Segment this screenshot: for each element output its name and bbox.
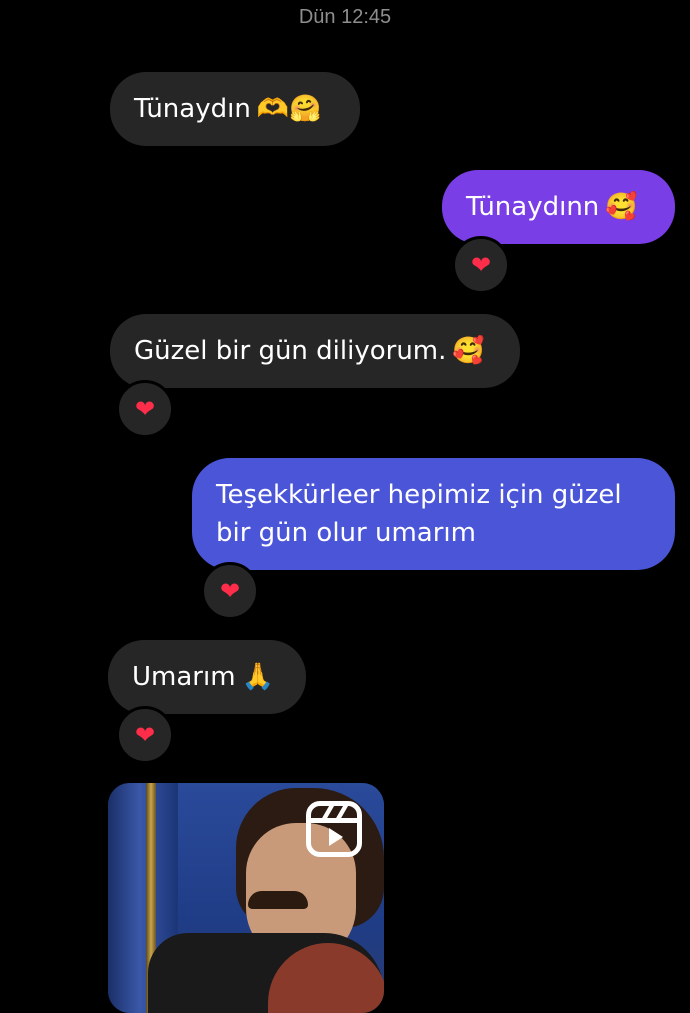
emoji: 🙏 bbox=[241, 662, 274, 692]
heart-reaction-icon[interactable]: ❤ bbox=[452, 236, 510, 294]
message-text: Tünaydın bbox=[134, 94, 251, 124]
emoji: 🫶🤗 bbox=[256, 94, 322, 124]
emoji: 🥰 bbox=[605, 192, 638, 222]
timestamp: Dün 12:45 bbox=[298, 6, 392, 28]
message-text: Umarım bbox=[132, 662, 236, 692]
heart-reaction-icon[interactable]: ❤ bbox=[116, 706, 174, 764]
message-text: Tünaydınn bbox=[466, 192, 600, 222]
heart-reaction-icon[interactable]: ❤ bbox=[116, 380, 174, 438]
message-bubble-incoming[interactable]: Güzel bir gün diliyorum. 🥰 bbox=[110, 314, 520, 388]
message-bubble-outgoing[interactable]: Teşekkürleer hepimiz için güzel bir gün … bbox=[192, 458, 675, 570]
message-bubble-incoming[interactable]: Umarım 🙏 bbox=[108, 640, 306, 714]
emoji: 🥰 bbox=[452, 336, 485, 366]
heart-reaction-icon[interactable]: ❤ bbox=[201, 562, 259, 620]
reels-icon bbox=[306, 801, 362, 857]
person-mustache bbox=[248, 891, 308, 909]
reel-preview[interactable] bbox=[108, 783, 384, 1013]
message-bubble-incoming[interactable]: Tünaydın 🫶🤗 bbox=[110, 72, 360, 146]
message-bubble-outgoing[interactable]: Tünaydınn 🥰 bbox=[442, 170, 675, 244]
message-text: Güzel bir gün diliyorum. bbox=[134, 336, 447, 366]
message-text: Teşekkürleer hepimiz için güzel bir gün … bbox=[216, 480, 622, 548]
